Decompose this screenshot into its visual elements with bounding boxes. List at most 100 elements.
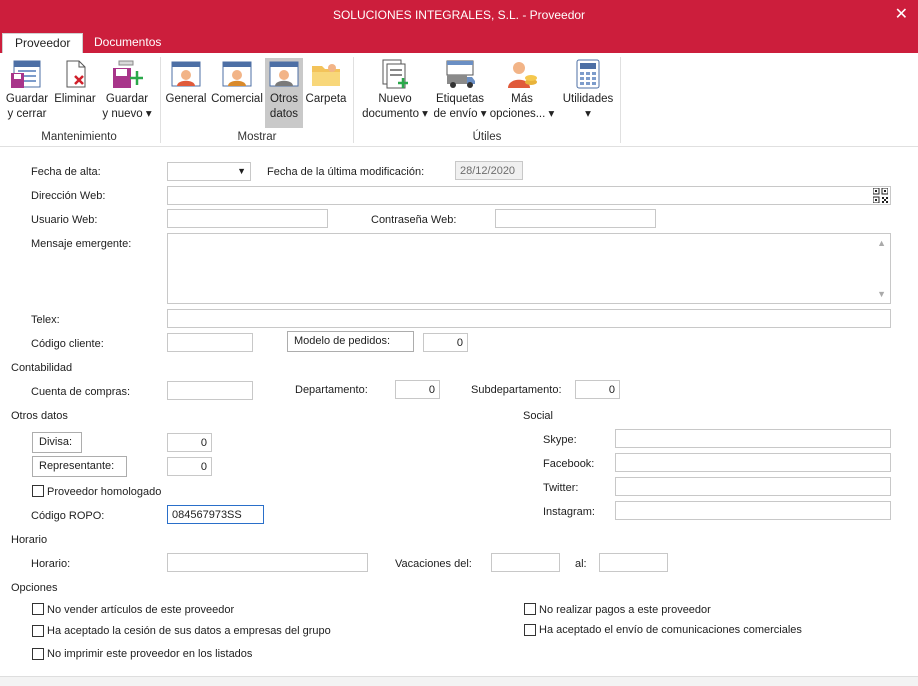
horario-label: Horario: xyxy=(31,558,71,570)
representante-button[interactable]: Representante: xyxy=(32,456,127,477)
skype-label: Skype: xyxy=(543,434,577,446)
no-imprimir-checkbox[interactable] xyxy=(32,648,44,660)
cuenta-compras-label: Cuenta de compras: xyxy=(31,386,131,398)
contrasena-web-label: Contraseña Web: xyxy=(371,214,457,226)
save-new-button[interactable]: Guardar y nuevo ▾ xyxy=(101,58,153,128)
no-pagos-label: No realizar pagos a este proveedor xyxy=(539,604,711,616)
commercial-button[interactable]: Comercial xyxy=(210,58,264,128)
contabilidad-section: Contabilidad xyxy=(11,362,73,374)
vacaciones-desde-input[interactable] xyxy=(491,553,560,572)
divisa-button[interactable]: Divisa: xyxy=(32,432,82,453)
direccion-web-input[interactable] xyxy=(167,186,891,205)
supplier-form: Fecha de alta: ▼ Fecha de la última modi… xyxy=(0,148,918,678)
homologado-label: Proveedor homologado xyxy=(47,486,162,498)
general-button[interactable]: General xyxy=(165,58,207,128)
telex-input[interactable] xyxy=(167,309,891,328)
horario-input[interactable] xyxy=(167,553,368,572)
commercial-icon xyxy=(221,58,253,90)
vacaciones-label: Vacaciones del: xyxy=(395,558,472,570)
comunicaciones-label: Ha aceptado el envío de comunicaciones c… xyxy=(539,624,802,636)
shipping-labels-icon xyxy=(444,58,476,90)
other-data-icon xyxy=(268,58,300,90)
fecha-alta-label: Fecha de alta: xyxy=(31,166,101,178)
utilities-button[interactable]: Utilidades ▾ xyxy=(560,58,616,128)
general-icon xyxy=(170,58,202,90)
divisa-input[interactable]: 0 xyxy=(167,433,212,452)
new-document-icon xyxy=(379,58,411,90)
cesion-datos-label: Ha aceptado la cesión de sus datos a emp… xyxy=(47,625,331,637)
mensaje-label: Mensaje emergente: xyxy=(31,238,132,250)
opciones-section: Opciones xyxy=(11,582,58,594)
contrasena-web-input[interactable] xyxy=(495,209,656,228)
ribbon: Guardar y cerrar Eliminar Guardar y nuev… xyxy=(0,53,918,147)
mensaje-textarea[interactable]: ▲ ▼ xyxy=(167,233,891,304)
cesion-datos-checkbox[interactable] xyxy=(32,625,44,637)
more-options-button[interactable]: Más opciones... ▾ xyxy=(489,58,555,128)
close-icon[interactable]: ✕ xyxy=(895,4,908,24)
departamento-input[interactable]: 0 xyxy=(395,380,440,399)
scroll-up-icon[interactable]: ▲ xyxy=(877,236,886,250)
tab-documentos[interactable]: Documentos xyxy=(82,33,173,53)
facebook-input[interactable] xyxy=(615,453,891,472)
instagram-input[interactable] xyxy=(615,501,891,520)
no-vender-label: No vender artículos de este proveedor xyxy=(47,604,235,616)
more-options-icon xyxy=(506,58,538,90)
codigo-cliente-input[interactable] xyxy=(167,333,253,352)
no-imprimir-label: No imprimir este proveedor en los listad… xyxy=(47,648,253,660)
telex-label: Telex: xyxy=(31,314,60,326)
qr-code-icon[interactable] xyxy=(872,187,889,207)
chevron-down-icon[interactable]: ▼ xyxy=(237,164,246,178)
homologado-checkbox[interactable] xyxy=(32,485,44,497)
other-data-button[interactable]: Otros datos xyxy=(265,58,303,128)
folder-icon xyxy=(310,58,342,90)
codigo-ropo-input[interactable]: 084567973SS xyxy=(167,505,264,524)
scroll-down-icon[interactable]: ▼ xyxy=(877,287,886,301)
subdepartamento-input[interactable]: 0 xyxy=(575,380,620,399)
codigo-ropo-label: Código ROPO: xyxy=(31,510,105,522)
otros-datos-section: Otros datos xyxy=(11,410,68,422)
group-label-show: Mostrar xyxy=(237,131,277,143)
no-vender-checkbox[interactable] xyxy=(32,603,44,615)
shipping-labels-button[interactable]: Etiquetas de envío ▾ xyxy=(433,58,487,128)
comunicaciones-checkbox[interactable] xyxy=(524,624,536,636)
twitter-label: Twitter: xyxy=(543,482,579,494)
folder-button[interactable]: Carpeta xyxy=(305,58,347,128)
al-label: al: xyxy=(575,558,587,570)
new-document-button[interactable]: Nuevo documento ▾ xyxy=(360,58,430,128)
representante-input[interactable]: 0 xyxy=(167,457,212,476)
direccion-web-label: Dirección Web: xyxy=(31,190,106,202)
fecha-mod-label: Fecha de la última modificación: xyxy=(267,166,425,178)
skype-input[interactable] xyxy=(615,429,891,448)
group-separator xyxy=(160,57,161,143)
horario-section: Horario xyxy=(11,534,48,546)
facebook-label: Facebook: xyxy=(543,458,595,470)
usuario-web-input[interactable] xyxy=(167,209,328,228)
modelo-pedidos-button[interactable]: Modelo de pedidos: xyxy=(287,331,414,352)
group-separator xyxy=(353,57,354,143)
no-pagos-checkbox[interactable] xyxy=(524,603,536,615)
twitter-input[interactable] xyxy=(615,477,891,496)
modelo-pedidos-input[interactable]: 0 xyxy=(423,333,468,352)
group-separator xyxy=(620,57,621,143)
bottom-border xyxy=(0,676,918,686)
codigo-cliente-label: Código cliente: xyxy=(31,338,104,350)
save-close-button[interactable]: Guardar y cerrar xyxy=(4,58,50,128)
delete-icon xyxy=(59,58,91,90)
departamento-label: Departamento: xyxy=(295,384,368,396)
title-bar: SOLUCIONES INTEGRALES, S.L. - Proveedor … xyxy=(0,0,918,30)
calculator-icon xyxy=(572,58,604,90)
group-label-maintenance: Mantenimiento xyxy=(41,131,117,143)
cuenta-compras-input[interactable] xyxy=(167,381,253,400)
group-label-tools: Útiles xyxy=(472,131,502,143)
usuario-web-label: Usuario Web: xyxy=(31,214,98,226)
tab-strip: Proveedor Documentos xyxy=(0,30,918,53)
social-section: Social xyxy=(523,410,553,422)
fecha-alta-input[interactable]: ▼ xyxy=(167,162,251,181)
save-close-icon xyxy=(11,58,43,90)
subdepartamento-label: Subdepartamento: xyxy=(471,384,562,396)
vacaciones-hasta-input[interactable] xyxy=(599,553,668,572)
tab-proveedor[interactable]: Proveedor xyxy=(2,33,84,53)
window-title: SOLUCIONES INTEGRALES, S.L. - Proveedor xyxy=(332,8,586,22)
instagram-label: Instagram: xyxy=(543,506,595,518)
delete-button[interactable]: Eliminar xyxy=(52,58,98,128)
